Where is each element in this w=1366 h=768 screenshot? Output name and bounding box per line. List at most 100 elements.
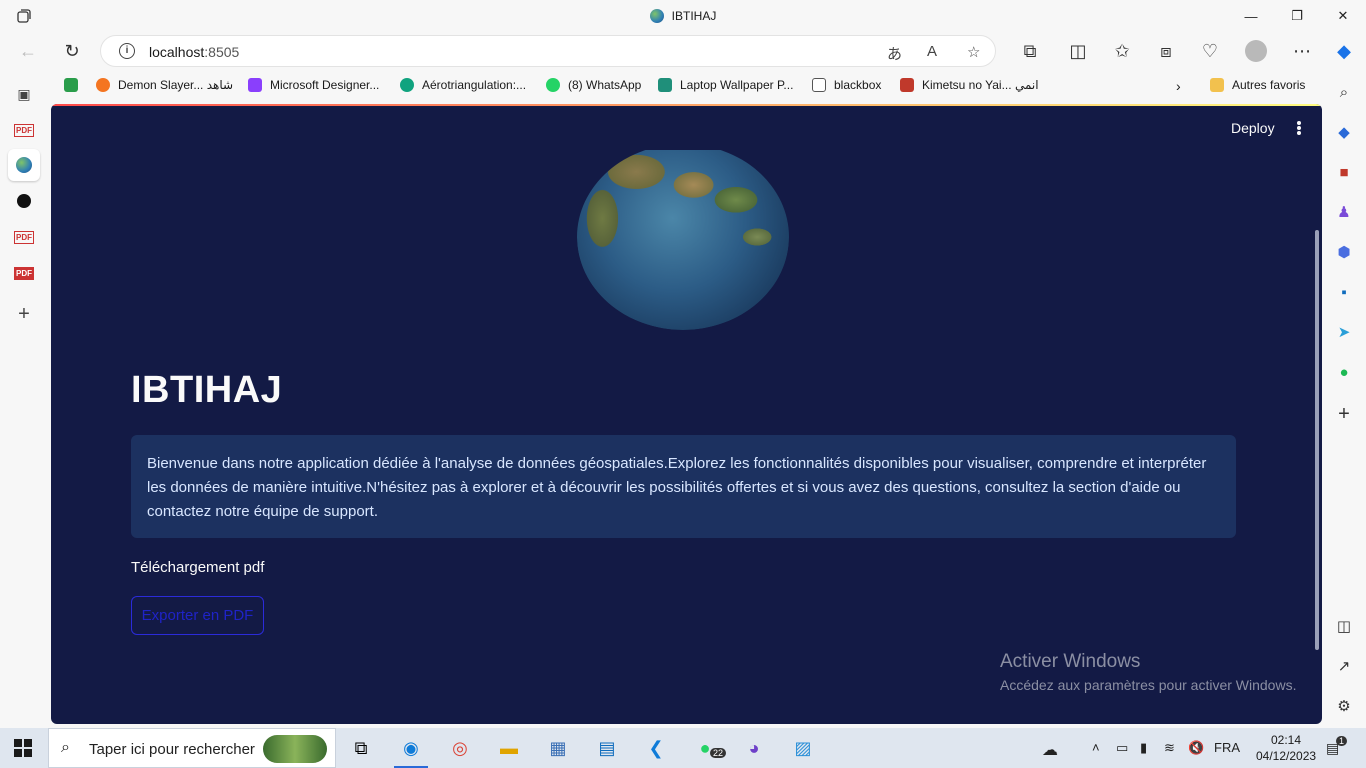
add-sidebar-app-icon[interactable]: + [1334,403,1354,425]
deploy-button[interactable]: Deploy [1231,120,1275,136]
url-port: :8505 [204,44,240,60]
page-icon [812,78,826,92]
tab-pdf-3[interactable]: PDF [8,257,40,289]
tray-chevron-up-icon[interactable]: ˄ [1092,740,1100,755]
browser-essentials-icon[interactable]: ♡ [1194,36,1226,66]
info-message-text: Bienvenue dans notre application dédiée … [147,455,1207,520]
header-decoration-line [51,104,1322,106]
games-icon[interactable]: ♟ [1334,202,1354,222]
bookmarks-overflow-chevron-icon[interactable]: › [1176,78,1181,94]
chrome-icon[interactable]: ◎ [437,728,483,768]
sidebar-panel-icon[interactable]: ◫ [1334,616,1354,636]
tab-pdf-1[interactable]: PDF [8,114,40,146]
circle-icon [17,194,31,208]
start-button-windows-icon[interactable] [14,739,32,757]
anime-site-icon [900,78,914,92]
favorites-icon[interactable]: ✩ [1106,36,1138,66]
open-external-icon[interactable]: ↗ [1334,656,1354,676]
close-button[interactable]: ✕ [1320,0,1366,32]
refresh-button[interactable]: ↻ [56,36,88,66]
collections-icon[interactable]: ⧈ [1150,36,1182,66]
activate-windows-title: Activer Windows [1000,651,1141,672]
activate-windows-subtitle: Accédez aux paramètres pour activer Wind… [1000,677,1297,693]
new-tab-plus-icon[interactable]: + [8,298,40,330]
battery-icon[interactable]: ▮ [1140,740,1147,756]
clock-date: 04/12/2023 [1256,749,1317,763]
restore-button[interactable]: ❐ [1274,0,1320,32]
right-sidebar: ⌕ ◆ ■ ♟ ⬢ ▪ ➤ ● + ◫ ↗ ⚙ [1322,72,1366,728]
whatsapp-taskbar-icon[interactable]: ● 22 [682,728,728,768]
taskbar-clock[interactable]: 02:14 04/12/2023 [1256,732,1316,764]
windows-taskbar: ⌕ Taper ici pour rechercher ⧉ ◉ ◎ ▬ ▦ ▤ … [0,728,1366,768]
url-host: localhost [149,44,205,60]
task-view-icon[interactable]: ⧉ [338,728,384,768]
taskbar-search-box[interactable]: ⌕ Taper ici pour rechercher [48,728,336,768]
favorite-star-icon[interactable]: ☆ [967,43,980,61]
tab-dark-site[interactable] [8,185,40,217]
other-favorites-folder[interactable]: Autres favoris [1210,78,1305,92]
bookmark-label: Microsoft Designer... [270,78,380,92]
settings-menu-icon[interactable]: ⋯ [1286,36,1318,66]
split-screen-icon[interactable]: ◫ [1062,36,1094,66]
notifications-icon[interactable]: ▤ 1 [1326,736,1348,757]
bookmark-item[interactable]: Kimetsu no Yai... انمي [900,78,1039,92]
site-favicon-icon [649,9,664,23]
search-icon[interactable]: ⌕ [1334,82,1354,102]
bookmark-item[interactable]: Demon Slayer... شاهد [96,78,233,92]
bookmark-item[interactable]: blackbox [812,78,881,92]
crunchyroll-icon [96,78,110,92]
bookmark-label: Aérotriangulation:... [422,78,527,92]
tab-actions-icon[interactable]: ▣ [8,78,40,110]
edge-icon[interactable]: ◉ [388,728,434,768]
language-indicator[interactable]: FRA [1214,740,1240,755]
scrollbar-thumb[interactable] [1315,230,1319,650]
minimize-button[interactable]: — [1228,0,1274,32]
sidebar-settings-gear-icon[interactable]: ⚙ [1334,696,1354,716]
bookmark-item[interactable]: Laptop Wallpaper P... [658,78,793,92]
pdf-icon: PDF [14,266,34,280]
clock-time: 02:14 [1270,733,1302,747]
microsoft-store-icon[interactable]: ▤ [584,728,630,768]
pdf-icon: PDF [14,230,34,244]
meet-icon [64,78,78,92]
outlook-icon[interactable]: ▪ [1334,282,1354,302]
whatsapp-icon [546,78,560,92]
vertical-tabs-sidebar: ▣ PDF PDF PDF + [0,72,46,728]
m365-icon[interactable]: ⬢ [1334,242,1354,262]
address-bar[interactable]: i localhost:8505 あ A ☆ [100,35,996,67]
tab-ibtihaj[interactable] [8,149,40,181]
spotify-icon[interactable]: ● [1334,362,1354,382]
tab-pdf-2[interactable]: PDF [8,221,40,253]
bookmark-item[interactable]: Microsoft Designer... [248,78,379,92]
export-pdf-button[interactable]: Exporter en PDF [131,596,264,635]
volume-muted-icon[interactable]: 🔇 [1188,740,1204,756]
pdf-section-label: Téléchargement pdf [131,559,265,576]
photos-icon[interactable]: ▨ [780,728,826,768]
read-aloud-icon[interactable]: A [927,43,937,60]
vscode-icon[interactable]: ❮ [633,728,679,768]
site-info-icon[interactable]: i [119,43,135,59]
profile-avatar-icon[interactable] [1240,36,1272,66]
title-bar: IBTIHAJ — ❐ ✕ [0,0,1366,32]
bookmark-item[interactable]: Aérotriangulation:... [400,78,526,92]
translate-icon[interactable]: あ [887,43,902,64]
back-button[interactable]: ← [12,36,44,66]
search-icon: ⌕ [61,739,70,756]
info-message-box: Bienvenue dans notre application dédiée … [131,435,1236,538]
network-app-icon[interactable]: ▦ [535,728,581,768]
telegram-icon[interactable]: ➤ [1334,322,1354,342]
bookmark-item[interactable] [64,78,86,92]
bookmark-label: Kimetsu no Yai... انمي [922,78,1039,92]
meet-now-icon[interactable]: ▭ [1116,740,1128,756]
github-desktop-icon[interactable]: ◕ [731,728,777,768]
copilot-icon[interactable]: ◆ [1328,36,1360,66]
tools-briefcase-icon[interactable]: ■ [1334,162,1354,182]
extensions-icon[interactable]: ⧉ [1014,36,1046,66]
main-menu-kebab-icon[interactable] [1295,118,1303,138]
wifi-icon[interactable]: ≋ [1164,740,1175,756]
bookmark-item[interactable]: (8) WhatsApp [546,78,641,92]
file-explorer-icon[interactable]: ▬ [486,728,532,768]
bookmark-label: Laptop Wallpaper P... [680,78,794,92]
shopping-tag-icon[interactable]: ◆ [1334,122,1354,142]
weather-icon[interactable]: ☁ [1042,740,1058,760]
